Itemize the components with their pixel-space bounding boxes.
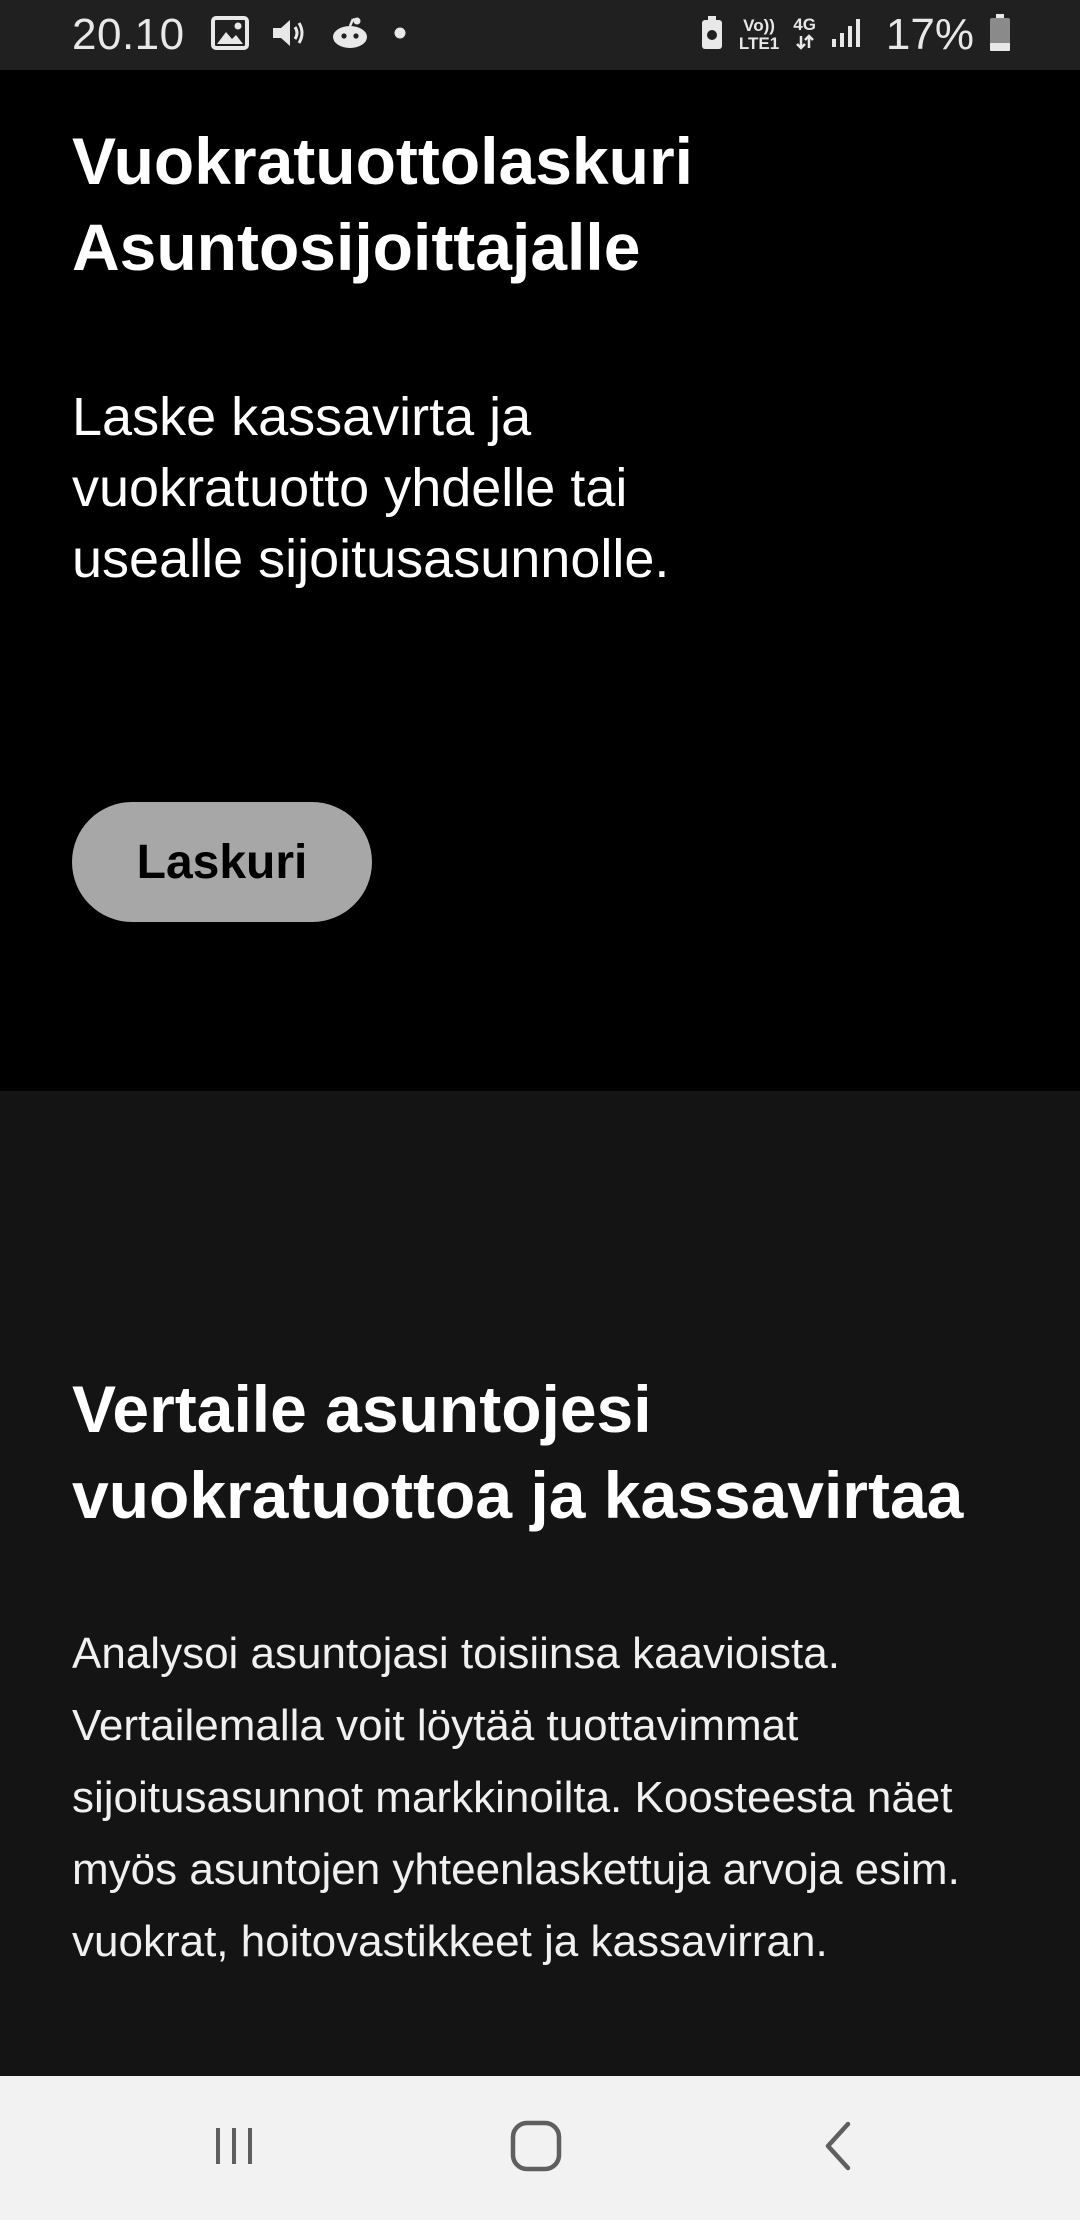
navigation-bar [0, 2076, 1080, 2220]
hero-subtitle: Laske kassavirta ja vuokratuotto yhdelle… [72, 387, 670, 589]
hero-title-line2: Asuntosijoittajalle [72, 210, 641, 284]
data-type-indicator: 4G [793, 16, 816, 54]
data-type-label: 4G [793, 15, 816, 34]
back-button[interactable] [768, 2076, 908, 2220]
battery-saver-icon [699, 15, 725, 56]
hero-section: Vuokratuottolaskuri Asuntosijoittajalle … [0, 70, 1080, 1091]
reddit-icon [329, 16, 371, 55]
signal-icon [830, 17, 866, 54]
screen: 20.10 Vo)) LTE1 4G 17% Vuokratuottolasku… [0, 0, 1080, 2220]
dot-icon [393, 26, 407, 45]
hero-title: Vuokratuottolaskuri Asuntosijoittajalle [72, 118, 972, 290]
status-time: 20.10 [72, 10, 185, 59]
image-icon [210, 15, 249, 55]
battery-percent: 17% [885, 10, 974, 59]
recent-apps-icon [210, 2122, 258, 2175]
back-icon [820, 2120, 856, 2177]
data-arrows-icon [794, 34, 816, 54]
battery-icon [988, 13, 1012, 58]
compare-title: Vertaile asuntojesi vuokratuottoa ja kas… [72, 1372, 964, 1532]
volume-icon [271, 17, 307, 54]
home-icon [508, 2118, 564, 2179]
status-right: Vo)) LTE1 4G 17% [699, 0, 1012, 70]
status-bar: 20.10 Vo)) LTE1 4G 17% [0, 0, 1080, 70]
volte-label: Vo)) [743, 16, 775, 35]
calculator-button[interactable]: Laskuri [72, 802, 372, 922]
recent-apps-button[interactable] [164, 2076, 304, 2220]
lte-label: LTE1 [738, 34, 780, 53]
hero-title-line1: Vuokratuottolaskuri [72, 124, 693, 198]
compare-description: Analysoi asuntojasi toisiinsa kaavioista… [72, 1629, 960, 1966]
compare-section: Vertaile asuntojesi vuokratuottoa ja kas… [0, 1091, 1080, 2076]
home-button[interactable] [466, 2076, 606, 2220]
volte-indicator: Vo)) LTE1 [739, 17, 779, 53]
status-left: 20.10 [72, 0, 407, 70]
